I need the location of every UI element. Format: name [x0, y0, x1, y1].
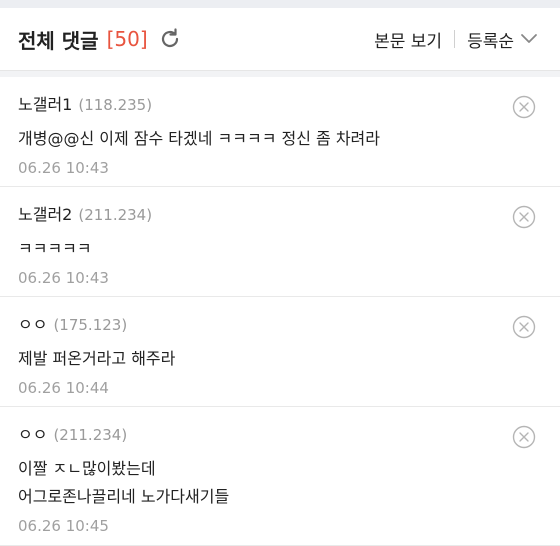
comment-date: 06.26 10:43	[18, 269, 109, 287]
comment-nickname[interactable]: ㅇㅇ	[18, 421, 47, 445]
close-circle-icon[interactable]	[512, 205, 536, 229]
comments-title: 전체 댓글	[18, 28, 99, 53]
close-circle-icon[interactable]	[512, 425, 536, 449]
comment-meta: 노갤러2 (211.234)	[18, 201, 542, 225]
comment-item: 노갤러1 (118.235) 개병@@신 이제 잠수 타겠네 ㅋㅋㅋㅋ 정신 좀…	[0, 77, 560, 187]
comment-meta: ㅇㅇ (211.234)	[18, 421, 542, 445]
sort-label: 등록순	[467, 31, 514, 52]
comment-item: ㅇㅇ (175.123) 제발 퍼온거라고 해주라 06.26 10:44	[0, 297, 560, 407]
refresh-icon[interactable]	[158, 27, 182, 51]
close-circle-icon[interactable]	[512, 95, 536, 119]
comment-text-line: 어그로존나끌리네 노가다새기들	[18, 487, 230, 506]
close-circle-icon[interactable]	[512, 315, 536, 339]
top-strip	[0, 0, 560, 8]
comment-item: 노갤러2 (211.234) ㅋㅋㅋㅋㅋ 06.26 10:43	[0, 187, 560, 297]
comment-date: 06.26 10:45	[18, 517, 109, 535]
comment-text: 제발 퍼온거라고 해주라	[18, 349, 176, 368]
comment-text: 이짤 ㅈㄴ많이봤는데 어그로존나끌리네 노가다새기들	[18, 455, 542, 511]
comment-text: ㅋㅋㅋㅋㅋ	[18, 239, 92, 258]
comment-date: 06.26 10:43	[18, 159, 109, 177]
comment-nickname[interactable]: 노갤러1	[18, 91, 72, 115]
comment-meta: ㅇㅇ (175.123)	[18, 311, 542, 335]
comment-nickname[interactable]: ㅇㅇ	[18, 311, 47, 335]
comment-text-line: 이짤 ㅈㄴ많이봤는데	[18, 459, 156, 478]
comment-text: 개병@@신 이제 잠수 타겠네 ㅋㅋㅋㅋ 정신 좀 차려라	[18, 129, 381, 148]
comment-panel: 전체 댓글 [50] 본문 보기 등록순 노갤러1 (118.235) 개병@@…	[0, 0, 560, 546]
comment-nickname[interactable]: 노갤러2	[18, 201, 72, 225]
comment-header: 전체 댓글 [50] 본문 보기 등록순	[0, 8, 560, 71]
comment-ip: (118.235)	[78, 96, 153, 114]
comment-ip: (211.234)	[53, 426, 128, 444]
sort-dropdown[interactable]: 등록순	[467, 27, 538, 52]
header-left: 전체 댓글 [50]	[18, 25, 182, 54]
comment-meta: 노갤러1 (118.235)	[18, 91, 542, 115]
comment-count: [50]	[106, 27, 148, 51]
comment-ip: (175.123)	[53, 316, 128, 334]
comment-ip: (211.234)	[78, 206, 153, 224]
header-divider	[454, 30, 456, 48]
header-right: 본문 보기 등록순	[374, 27, 538, 52]
comment-date: 06.26 10:44	[18, 379, 109, 397]
view-body-button[interactable]: 본문 보기	[374, 27, 442, 52]
chevron-down-icon	[521, 34, 537, 43]
comment-item: ㅇㅇ (211.234) 이짤 ㅈㄴ많이봤는데 어그로존나끌리네 노가다새기들 …	[0, 407, 560, 546]
